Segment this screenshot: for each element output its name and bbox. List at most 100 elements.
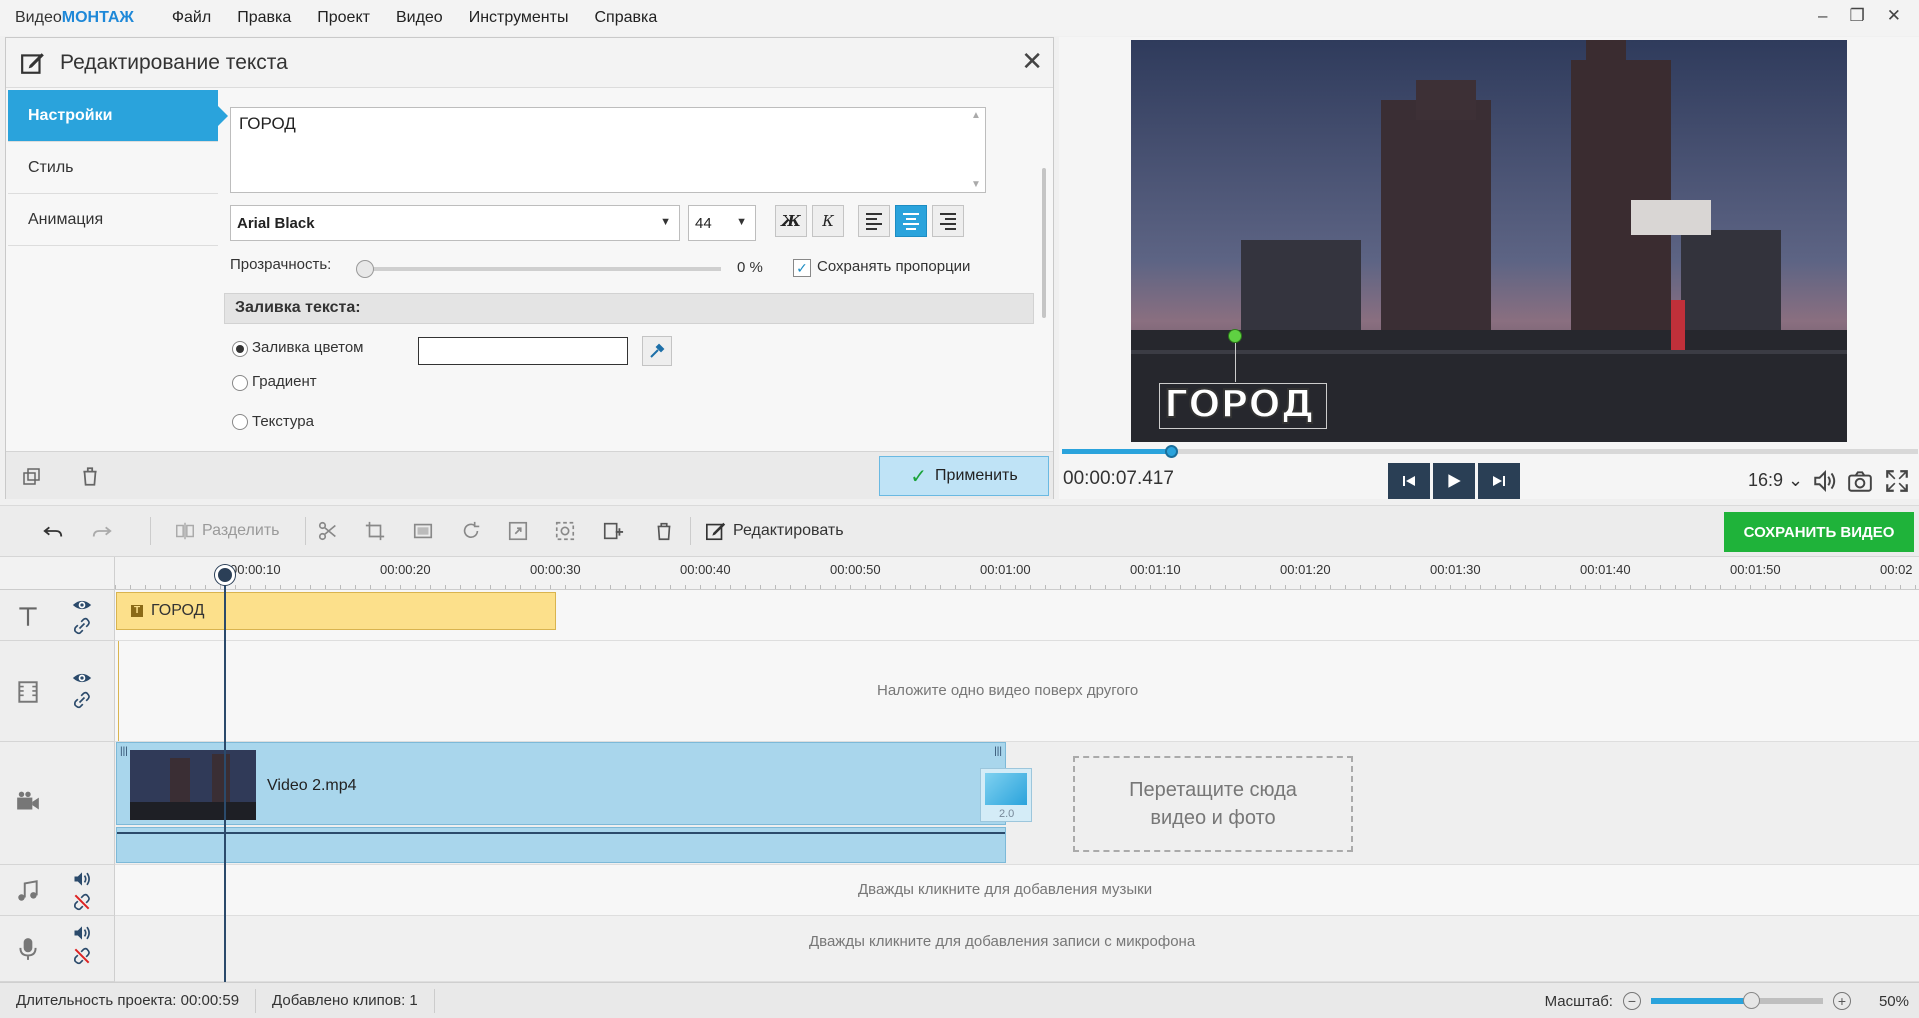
italic-button[interactable]: К [812, 205, 844, 237]
menu-tools[interactable]: Инструменты [469, 9, 569, 27]
align-right-button[interactable] [932, 205, 964, 237]
ruler-tick [1165, 585, 1166, 589]
panel-scrollbar[interactable] [1042, 168, 1046, 318]
unlink-icon[interactable] [72, 892, 92, 912]
minimize-icon[interactable]: – [1818, 6, 1827, 26]
duplicate-icon[interactable] [22, 467, 42, 487]
ruler-tick [1030, 585, 1031, 589]
progress-knob[interactable] [1165, 445, 1178, 458]
ruler-tick [1330, 585, 1331, 589]
rotate-handle[interactable] [1228, 329, 1242, 343]
prev-frame-button[interactable] [1388, 463, 1430, 499]
play-button[interactable] [1433, 463, 1475, 499]
ruler-tick [880, 585, 881, 589]
close-window-icon[interactable]: ✕ [1887, 6, 1901, 26]
gradient-radio[interactable] [232, 375, 248, 391]
tab-style[interactable]: Стиль [8, 142, 218, 194]
ruler-tick [1120, 585, 1121, 589]
volume-icon[interactable] [1812, 468, 1838, 494]
crop-button[interactable] [364, 519, 386, 543]
delete-button[interactable] [653, 519, 675, 543]
text-overlay-box[interactable]: ГОРОД [1159, 381, 1327, 429]
font-select[interactable]: Arial Black ▼ [230, 205, 680, 241]
playhead-line[interactable] [224, 566, 226, 982]
font-size-select[interactable]: 44 ▼ [688, 205, 756, 241]
cut-button[interactable] [317, 519, 339, 543]
save-video-button[interactable]: СОХРАНИТЬ ВИДЕО [1724, 512, 1914, 552]
preview-progress[interactable] [1062, 445, 1918, 458]
zoom-value: 50% [1878, 992, 1909, 1010]
close-panel-icon[interactable]: ✕ [1021, 46, 1043, 77]
edit-clip-button[interactable]: Редактировать [705, 519, 844, 543]
align-center-button[interactable] [895, 205, 927, 237]
zoom-slider-handle[interactable] [1742, 992, 1760, 1009]
opacity-slider-handle[interactable] [356, 260, 374, 278]
speaker-icon[interactable] [72, 923, 92, 943]
fullscreen-icon[interactable] [1884, 468, 1910, 494]
text-scrollbar[interactable]: ▲ ▼ [969, 110, 983, 190]
link-icon[interactable] [72, 616, 92, 636]
tab-settings[interactable]: Настройки [8, 90, 228, 142]
next-frame-button[interactable] [1478, 463, 1520, 499]
zoom-out-icon[interactable]: − [1622, 992, 1641, 1010]
split-button[interactable]: Разделить [174, 519, 279, 543]
ruler-tick [190, 585, 191, 589]
zoom-clip-button[interactable] [507, 519, 529, 543]
clip-trim-handle-left[interactable]: ||| [120, 746, 128, 757]
playhead-handle[interactable] [215, 565, 235, 585]
trash-icon[interactable] [79, 465, 101, 487]
menu-edit[interactable]: Правка [237, 9, 291, 27]
fill-color-radio[interactable] [232, 341, 248, 357]
ruler-tick [1720, 585, 1721, 589]
menu-project[interactable]: Проект [317, 9, 370, 27]
texture-radio[interactable] [232, 414, 248, 430]
clip-trim-handle-right[interactable]: ||| [994, 746, 1002, 757]
menu-video[interactable]: Видео [396, 9, 443, 27]
text-clip[interactable]: T ГОРОД [116, 592, 556, 630]
video-preview[interactable]: ГОРОД [1131, 40, 1847, 442]
opacity-slider[interactable] [363, 267, 721, 271]
redo-button[interactable] [91, 519, 113, 543]
keep-ratio-checkbox[interactable]: ✓ [793, 259, 811, 277]
eye-icon[interactable] [72, 668, 92, 688]
restore-icon[interactable]: ❐ [1850, 6, 1865, 26]
add-clip-button[interactable] [602, 519, 624, 543]
frame-button[interactable] [412, 519, 434, 543]
rotate-button[interactable] [460, 519, 482, 543]
eyedropper-button[interactable] [642, 336, 672, 366]
fill-color-swatch[interactable] [418, 337, 628, 365]
ruler-tick [1600, 585, 1601, 589]
eye-icon[interactable] [72, 595, 92, 615]
camera-icon[interactable] [1847, 468, 1873, 494]
undo-button[interactable] [42, 519, 64, 543]
video-audio-lane[interactable] [116, 827, 1006, 863]
aspect-ratio-select[interactable]: 16:9 ⌄ [1748, 470, 1803, 491]
zoom-in-icon[interactable]: + [1832, 992, 1851, 1010]
eyedropper-icon [650, 343, 665, 358]
bold-button[interactable]: Ж [775, 205, 807, 237]
ruler-tick [1255, 585, 1256, 589]
scroll-down-icon[interactable]: ▼ [971, 179, 981, 190]
apply-label: Применить [935, 467, 1018, 484]
tab-animation[interactable]: Анимация [8, 194, 218, 246]
menu-help[interactable]: Справка [594, 9, 657, 27]
transition-block[interactable]: 2.0 [980, 768, 1032, 822]
link-icon[interactable] [72, 690, 92, 710]
scroll-up-icon[interactable]: ▲ [971, 110, 981, 121]
apply-button[interactable]: ✓ Применить [879, 456, 1049, 496]
stabilize-button[interactable] [554, 519, 576, 543]
ruler-tick [715, 585, 716, 589]
unlink-icon[interactable] [72, 946, 92, 966]
media-drop-zone[interactable]: Перетащите сюда видео и фото [1073, 756, 1353, 852]
ruler-tick [820, 585, 821, 589]
menu-file[interactable]: Файл [172, 9, 211, 27]
ruler-tick [1360, 585, 1361, 589]
text-input[interactable]: ГОРОД ▲ ▼ [230, 107, 986, 193]
align-left-button[interactable] [858, 205, 890, 237]
speaker-icon[interactable] [72, 869, 92, 889]
zoom-slider[interactable] [1650, 992, 1823, 1009]
ruler-tick [1795, 585, 1796, 589]
timeline-ruler[interactable]: 00:00:10 00:00:20 00:00:30 00:00:40 00:00:50… [115, 557, 1919, 590]
settings-tabs: Настройки Стиль Анимация [8, 90, 228, 246]
video-clip[interactable]: ||| ||| Video 2.mp4 [116, 742, 1006, 825]
